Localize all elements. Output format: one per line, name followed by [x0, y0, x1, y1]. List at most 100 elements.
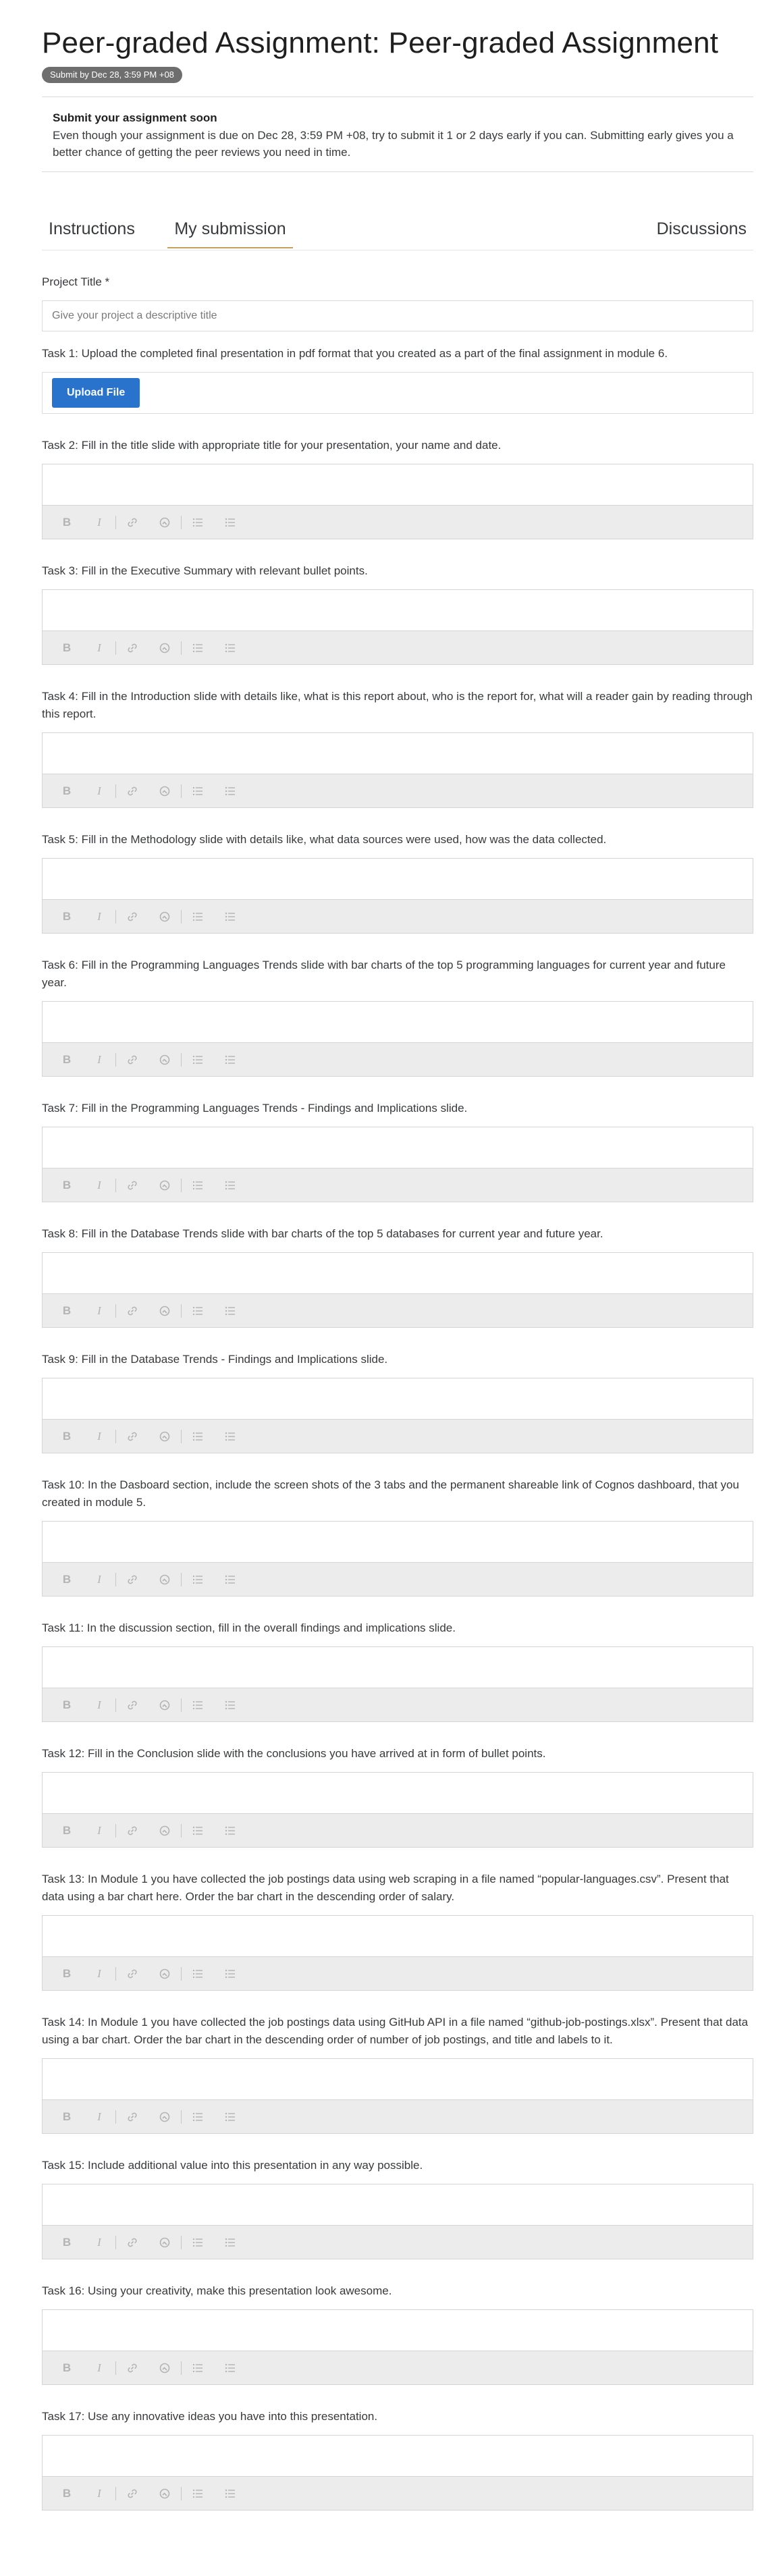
bold-icon[interactable]: B: [51, 1566, 83, 1593]
editor-text-area[interactable]: [43, 590, 753, 630]
italic-icon[interactable]: I: [83, 1297, 115, 1324]
numbered-list-icon[interactable]: [182, 2355, 214, 2382]
bold-icon[interactable]: B: [51, 635, 83, 662]
italic-icon[interactable]: I: [83, 2355, 115, 2382]
bold-icon[interactable]: B: [51, 2229, 83, 2256]
editor-text-area[interactable]: [43, 1002, 753, 1042]
link-icon[interactable]: [116, 1960, 149, 1987]
bulleted-list-icon[interactable]: [214, 1692, 246, 1719]
numbered-list-icon[interactable]: [182, 1566, 214, 1593]
bold-icon[interactable]: B: [51, 1172, 83, 1199]
bulleted-list-icon[interactable]: [214, 2229, 246, 2256]
upload-file-button[interactable]: Upload File: [52, 378, 140, 408]
tab-discussions[interactable]: Discussions: [657, 219, 747, 244]
bold-icon[interactable]: B: [51, 2103, 83, 2130]
numbered-list-icon[interactable]: [182, 903, 214, 930]
editor-text-area[interactable]: [43, 2184, 753, 2225]
link-icon[interactable]: [116, 635, 149, 662]
image-icon[interactable]: [149, 2480, 181, 2507]
bold-icon[interactable]: B: [51, 1817, 83, 1844]
bold-icon[interactable]: B: [51, 778, 83, 805]
numbered-list-icon[interactable]: [182, 778, 214, 805]
editor-text-area[interactable]: [43, 859, 753, 899]
editor-text-area[interactable]: [43, 1773, 753, 1813]
bold-icon[interactable]: B: [51, 2480, 83, 2507]
image-icon[interactable]: [149, 1297, 181, 1324]
editor-text-area[interactable]: [43, 2436, 753, 2476]
bulleted-list-icon[interactable]: [214, 1566, 246, 1593]
numbered-list-icon[interactable]: [182, 1423, 214, 1450]
italic-icon[interactable]: I: [83, 778, 115, 805]
italic-icon[interactable]: I: [83, 1172, 115, 1199]
bulleted-list-icon[interactable]: [214, 1423, 246, 1450]
editor-text-area[interactable]: [43, 464, 753, 505]
image-icon[interactable]: [149, 1692, 181, 1719]
bold-icon[interactable]: B: [51, 1960, 83, 1987]
bulleted-list-icon[interactable]: [214, 903, 246, 930]
image-icon[interactable]: [149, 635, 181, 662]
bulleted-list-icon[interactable]: [214, 1960, 246, 1987]
editor-text-area[interactable]: [43, 2310, 753, 2351]
italic-icon[interactable]: I: [83, 1046, 115, 1073]
italic-icon[interactable]: I: [83, 1692, 115, 1719]
numbered-list-icon[interactable]: [182, 1297, 214, 1324]
image-icon[interactable]: [149, 2355, 181, 2382]
italic-icon[interactable]: I: [83, 1566, 115, 1593]
bold-icon[interactable]: B: [51, 509, 83, 536]
bulleted-list-icon[interactable]: [214, 2480, 246, 2507]
italic-icon[interactable]: I: [83, 2480, 115, 2507]
italic-icon[interactable]: I: [83, 1817, 115, 1844]
italic-icon[interactable]: I: [83, 903, 115, 930]
bulleted-list-icon[interactable]: [214, 2355, 246, 2382]
image-icon[interactable]: [149, 509, 181, 536]
numbered-list-icon[interactable]: [182, 1817, 214, 1844]
italic-icon[interactable]: I: [83, 509, 115, 536]
numbered-list-icon[interactable]: [182, 1960, 214, 1987]
bold-icon[interactable]: B: [51, 2355, 83, 2382]
project-title-input[interactable]: [42, 300, 753, 331]
numbered-list-icon[interactable]: [182, 1172, 214, 1199]
link-icon[interactable]: [116, 1692, 149, 1719]
bulleted-list-icon[interactable]: [214, 635, 246, 662]
image-icon[interactable]: [149, 1960, 181, 1987]
image-icon[interactable]: [149, 1423, 181, 1450]
bulleted-list-icon[interactable]: [214, 1046, 246, 1073]
image-icon[interactable]: [149, 903, 181, 930]
image-icon[interactable]: [149, 1046, 181, 1073]
link-icon[interactable]: [116, 1046, 149, 1073]
bold-icon[interactable]: B: [51, 1692, 83, 1719]
link-icon[interactable]: [116, 2103, 149, 2130]
link-icon[interactable]: [116, 1423, 149, 1450]
image-icon[interactable]: [149, 2103, 181, 2130]
editor-text-area[interactable]: [43, 1127, 753, 1168]
bulleted-list-icon[interactable]: [214, 1817, 246, 1844]
italic-icon[interactable]: I: [83, 2229, 115, 2256]
link-icon[interactable]: [116, 1172, 149, 1199]
link-icon[interactable]: [116, 1297, 149, 1324]
link-icon[interactable]: [116, 903, 149, 930]
image-icon[interactable]: [149, 1566, 181, 1593]
editor-text-area[interactable]: [43, 1522, 753, 1562]
bulleted-list-icon[interactable]: [214, 509, 246, 536]
bold-icon[interactable]: B: [51, 1046, 83, 1073]
numbered-list-icon[interactable]: [182, 1692, 214, 1719]
bulleted-list-icon[interactable]: [214, 778, 246, 805]
bulleted-list-icon[interactable]: [214, 1172, 246, 1199]
editor-text-area[interactable]: [43, 1647, 753, 1688]
link-icon[interactable]: [116, 2229, 149, 2256]
italic-icon[interactable]: I: [83, 1960, 115, 1987]
editor-text-area[interactable]: [43, 2059, 753, 2099]
editor-text-area[interactable]: [43, 733, 753, 774]
image-icon[interactable]: [149, 1817, 181, 1844]
editor-text-area[interactable]: [43, 1378, 753, 1419]
numbered-list-icon[interactable]: [182, 1046, 214, 1073]
link-icon[interactable]: [116, 509, 149, 536]
bold-icon[interactable]: B: [51, 1297, 83, 1324]
image-icon[interactable]: [149, 2229, 181, 2256]
bold-icon[interactable]: B: [51, 1423, 83, 1450]
italic-icon[interactable]: I: [83, 2103, 115, 2130]
link-icon[interactable]: [116, 1566, 149, 1593]
editor-text-area[interactable]: [43, 1253, 753, 1293]
link-icon[interactable]: [116, 2480, 149, 2507]
numbered-list-icon[interactable]: [182, 2229, 214, 2256]
